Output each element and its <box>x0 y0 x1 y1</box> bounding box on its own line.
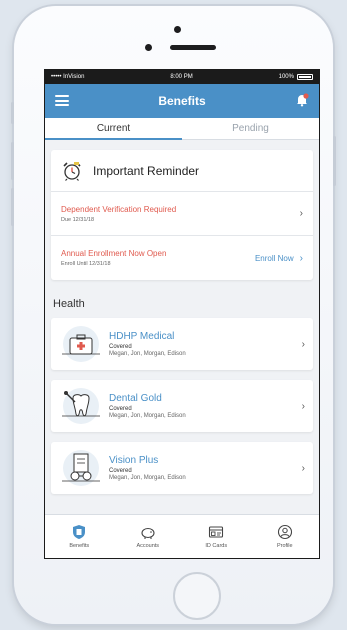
status-bar: ••••• InVision 8:00 PM 100% <box>45 70 319 84</box>
alarm-clock-icon <box>63 161 81 181</box>
plan-name: HDHP Medical <box>109 331 175 342</box>
clock: 8:00 PM <box>170 74 193 80</box>
page-title: Benefits <box>158 94 206 108</box>
plan-members: Megan, Jon, Morgan, Edison <box>109 475 186 481</box>
plan-status: Covered <box>109 406 132 412</box>
mute-switch <box>11 102 14 124</box>
home-button[interactable] <box>173 572 221 620</box>
battery-indicator: 100% <box>279 74 313 80</box>
earpiece-speaker <box>170 45 216 50</box>
enroll-now-link[interactable]: Enroll Now <box>255 254 294 263</box>
plan-status: Covered <box>109 344 132 350</box>
plan-card-medical[interactable]: HDHP Medical Covered Megan, Jon, Morgan,… <box>51 318 313 370</box>
chevron-right-icon: › <box>299 208 303 219</box>
nav-item-benefits[interactable]: Benefits <box>45 515 114 558</box>
section-title-health: Health <box>53 298 85 310</box>
nav-label: Benefits <box>69 543 90 549</box>
menu-icon[interactable] <box>55 95 69 106</box>
reminder-item-verification[interactable]: Dependent Verification Required Due 12/3… <box>51 192 313 236</box>
battery-percent: 100% <box>278 74 294 80</box>
nav-item-id-cards[interactable]: ID Cards <box>182 515 251 558</box>
reminder-title: Important Reminder <box>93 163 200 178</box>
nav-label: ID Cards <box>205 543 228 549</box>
profile-icon <box>277 524 292 540</box>
tab-bar: Current Pending <box>45 118 319 140</box>
plan-status: Covered <box>109 468 132 474</box>
app-screen: ••••• InVision 8:00 PM 100% Benefits Cur… <box>44 69 320 559</box>
power-button <box>333 136 336 186</box>
alert-due-date: Enroll Until 12/31/18 <box>61 261 111 267</box>
chevron-right-icon[interactable]: › <box>300 253 303 264</box>
piggy-bank-icon <box>141 527 155 539</box>
reminder-card: Important Reminder Dependent Verificatio… <box>51 150 313 280</box>
tooth-icon <box>62 388 100 424</box>
tab-current[interactable]: Current <box>45 118 182 140</box>
alert-title: Dependent Verification Required <box>61 204 177 214</box>
nav-item-accounts[interactable]: Accounts <box>114 515 183 558</box>
medical-kit-icon <box>62 326 100 362</box>
plan-name: Dental Gold <box>109 393 162 404</box>
plan-card-vision[interactable]: Vision Plus Covered Megan, Jon, Morgan, … <box>51 442 313 494</box>
alert-due-date: Due 12/31/18 <box>61 216 95 223</box>
battery-icon <box>296 74 313 80</box>
plan-members: Megan, Jon, Morgan, Edison <box>109 413 186 419</box>
reminder-header: Important Reminder <box>51 150 313 192</box>
app-header: Benefits <box>45 84 319 118</box>
eyeglasses-icon <box>62 450 100 486</box>
sensor-dot <box>145 44 152 51</box>
carrier-label: ••••• InVision <box>51 74 85 80</box>
chevron-right-icon: › <box>301 338 305 350</box>
bell-icon[interactable] <box>295 93 309 107</box>
chevron-right-icon: › <box>301 400 305 412</box>
volume-down-button <box>11 188 14 226</box>
volume-up-button <box>11 142 14 180</box>
nav-item-profile[interactable]: Profile <box>251 515 320 558</box>
main-content: Important Reminder Dependent Verificatio… <box>45 140 319 494</box>
front-camera <box>174 26 181 33</box>
chevron-right-icon: › <box>301 462 305 474</box>
reminder-item-enrollment: Annual Enrollment Now Open Enroll Until … <box>51 236 313 280</box>
alert-title: Annual Enrollment Now Open <box>61 249 167 258</box>
plan-members: Megan, Jon, Morgan, Edison <box>109 351 186 357</box>
tab-pending[interactable]: Pending <box>182 118 319 139</box>
plan-name: Vision Plus <box>109 455 159 466</box>
plan-card-dental[interactable]: Dental Gold Covered Megan, Jon, Morgan, … <box>51 380 313 432</box>
bottom-nav: Benefits Accounts ID Cards Profile <box>45 514 319 558</box>
nav-label: Profile <box>276 543 293 549</box>
nav-label: Accounts <box>136 543 160 549</box>
id-card-icon <box>209 526 224 538</box>
shield-icon <box>73 525 86 539</box>
